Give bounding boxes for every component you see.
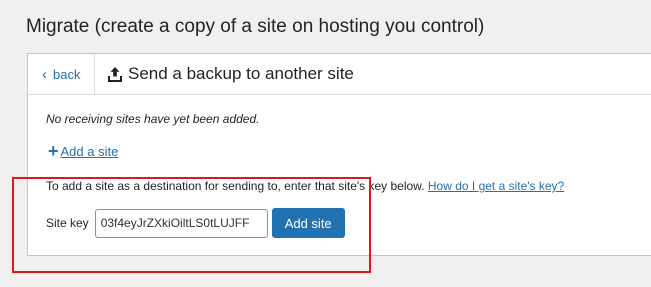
panel-title: Send a backup to another site — [128, 64, 354, 83]
add-site-link[interactable]: + Add a site — [48, 142, 118, 160]
instruction-text: To add a site as a destination for sendi… — [46, 179, 425, 193]
instruction-row: To add a site as a destination for sendi… — [46, 179, 564, 193]
site-key-input[interactable] — [94, 208, 268, 238]
add-site-link-text: Add a site — [60, 143, 119, 159]
back-button[interactable]: ‹ back — [28, 54, 95, 94]
panel-title-wrap: Send a backup to another site — [108, 54, 354, 94]
back-label: back — [53, 66, 81, 82]
site-key-row: Site key Add site — [46, 208, 345, 238]
panel-header: ‹ back Send a backup to another site — [28, 54, 651, 95]
upload-icon — [108, 67, 122, 82]
add-site-button[interactable]: Add site — [271, 208, 345, 238]
help-link[interactable]: How do I get a site's key? — [428, 179, 564, 193]
migrate-page: Migrate (create a copy of a site on host… — [0, 0, 651, 287]
plus-icon: + — [48, 141, 59, 161]
chevron-left-icon: ‹ — [42, 65, 47, 83]
page-title: Migrate (create a copy of a site on host… — [26, 16, 485, 37]
no-sites-message: No receiving sites have yet been added. — [46, 112, 260, 126]
send-backup-panel: ‹ back Send a backup to another site No … — [27, 53, 651, 256]
site-key-label: Site key — [46, 216, 89, 230]
